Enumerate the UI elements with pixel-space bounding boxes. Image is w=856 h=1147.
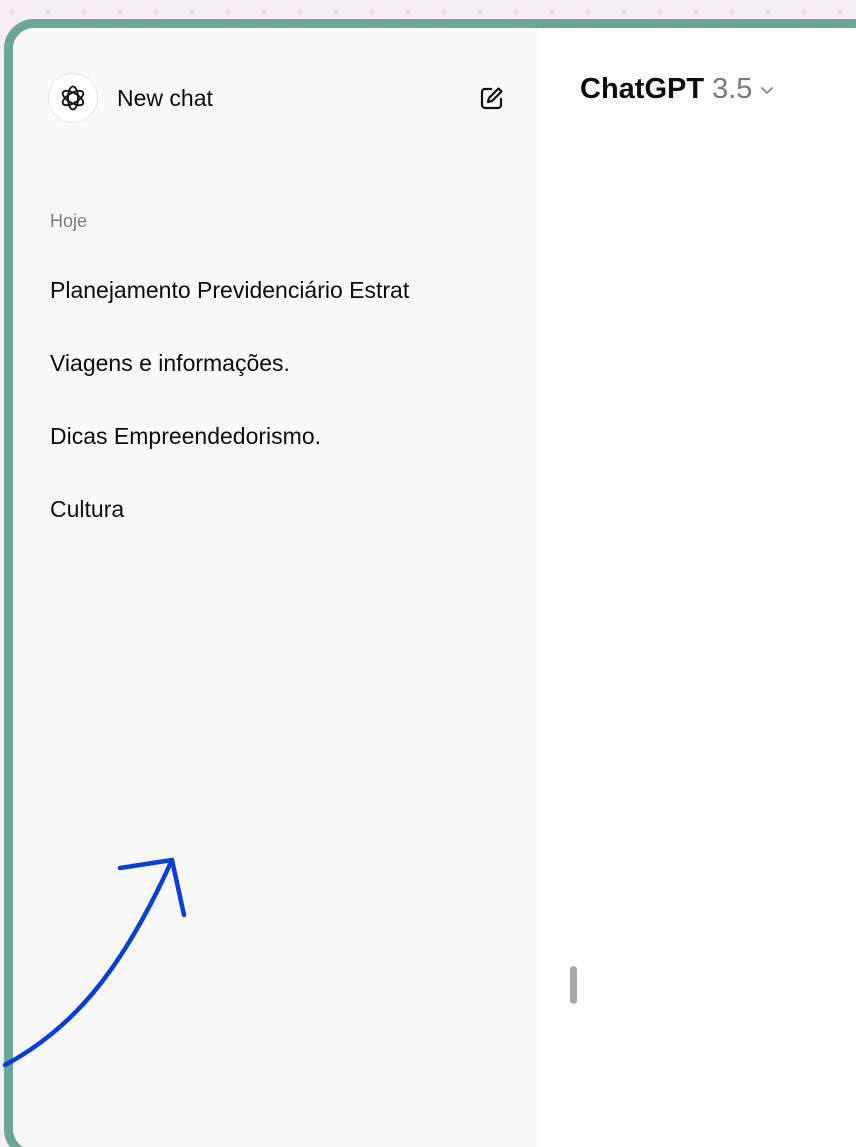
chat-history-item[interactable]: Dicas Empreendedorismo. [50, 423, 520, 496]
chat-history-list: Planejamento Previdenciário Estrat Viage… [50, 277, 520, 569]
app-window: New chat Hoje Planejamento Previdenciári… [4, 19, 856, 1147]
openai-logo-svg [61, 85, 85, 111]
edit-pencil-icon[interactable] [476, 82, 508, 114]
chat-history-item[interactable]: Viagens e informações. [50, 350, 520, 423]
sidebar-resize-handle[interactable] [570, 966, 577, 1004]
model-version: 3.5 [712, 73, 753, 105]
model-selector[interactable]: ChatGPT 3.5 [580, 73, 774, 106]
section-label-today: Hoje [50, 211, 88, 231]
chat-history-item[interactable]: Cultura [50, 496, 520, 569]
chevron-down-icon [760, 85, 774, 95]
openai-logo-icon [48, 73, 98, 123]
new-chat-label: New chat [117, 84, 213, 111]
chat-history-item[interactable]: Planejamento Previdenciário Estrat [50, 277, 520, 350]
sidebar: New chat Hoje Planejamento Previdenciári… [13, 28, 538, 1147]
new-chat-button[interactable]: New chat [48, 68, 508, 128]
model-name: ChatGPT [580, 73, 705, 105]
